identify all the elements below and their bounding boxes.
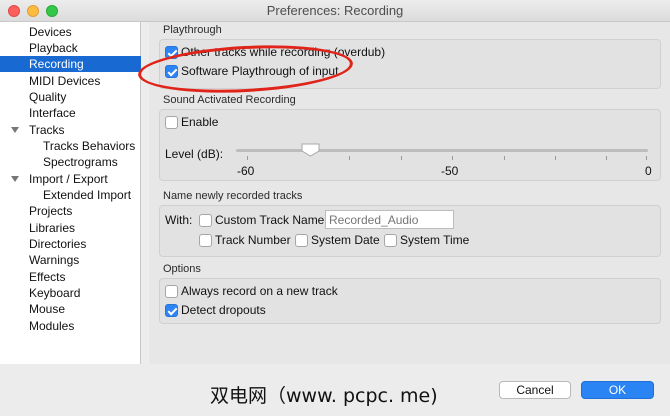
sidebar-item-directories[interactable]: Directories xyxy=(0,236,141,252)
level-label: Level (dB): xyxy=(165,147,224,161)
sidebar-item-warnings[interactable]: Warnings xyxy=(0,252,141,268)
preferences-sidebar: Devices Playback Recording MIDI Devices … xyxy=(0,22,141,364)
options-section-title: Options xyxy=(163,263,201,275)
sidebar-item-effects[interactable]: Effects xyxy=(0,269,141,285)
sidebar-item-label: Import / Export xyxy=(29,172,108,186)
disclosure-triangle-icon[interactable] xyxy=(11,127,19,133)
ok-button[interactable]: OK xyxy=(581,381,654,399)
slider-tick-mark xyxy=(247,156,248,160)
slider-tick-mark xyxy=(452,156,453,160)
sidebar-item-label: Extended Import xyxy=(43,188,132,202)
enable-checkbox[interactable] xyxy=(165,116,178,129)
sidebar-item-label: Mouse xyxy=(29,302,66,316)
cancel-button[interactable]: Cancel xyxy=(499,381,571,399)
sidebar-item-libraries[interactable]: Libraries xyxy=(0,220,141,236)
slider-tick-mark xyxy=(555,156,556,160)
system-date-label: System Date xyxy=(311,233,380,247)
sidebar-item-recording[interactable]: Recording xyxy=(0,56,141,72)
slider-tick-mark xyxy=(401,156,402,160)
sidebar-item-label: Tracks xyxy=(29,123,65,137)
sidebar-item-mouse[interactable]: Mouse xyxy=(0,301,141,317)
custom-track-name-checkbox[interactable] xyxy=(199,214,212,227)
level-min-label: -60 xyxy=(237,164,255,178)
custom-track-name-label: Custom Track Name xyxy=(215,213,325,227)
level-max-label: 0 xyxy=(645,164,652,178)
sidebar-item-import-export[interactable]: Import / Export xyxy=(0,171,141,187)
sidebar-item-tracks[interactable]: Tracks xyxy=(0,122,141,138)
sidebar-item-label: Modules xyxy=(29,319,75,333)
system-time-label: System Time xyxy=(400,233,470,247)
sound-activated-section-title: Sound Activated Recording xyxy=(163,94,296,106)
sidebar-item-label: Keyboard xyxy=(29,286,81,300)
sidebar-item-label: Devices xyxy=(29,25,72,39)
sound-activated-group xyxy=(159,109,661,181)
sidebar-item-tracks-behaviors[interactable]: Tracks Behaviors xyxy=(0,138,141,154)
naming-section-title: Name newly recorded tracks xyxy=(163,190,303,202)
sidebar-item-keyboard[interactable]: Keyboard xyxy=(0,285,141,301)
always-new-track-checkbox[interactable] xyxy=(165,285,178,298)
sidebar-item-midi-devices[interactable]: MIDI Devices xyxy=(0,73,141,89)
sidebar-item-projects[interactable]: Projects xyxy=(0,203,141,219)
window-title: Preferences: Recording xyxy=(266,3,404,18)
system-time-checkbox[interactable] xyxy=(384,234,397,247)
sidebar-item-devices[interactable]: Devices xyxy=(0,24,141,40)
sidebar-item-label: Libraries xyxy=(29,221,76,235)
sidebar-item-label: Warnings xyxy=(29,253,80,267)
sidebar-item-playback[interactable]: Playback xyxy=(0,40,141,56)
sidebar-item-quality[interactable]: Quality xyxy=(0,89,141,105)
level-slider-thumb[interactable] xyxy=(301,143,320,157)
playthrough-section-title: Playthrough xyxy=(163,24,222,36)
sidebar-item-label: Tracks Behaviors xyxy=(43,139,136,153)
slider-tick-mark xyxy=(606,156,607,160)
detect-dropouts-checkbox[interactable] xyxy=(165,304,178,317)
sidebar-item-label: Recording xyxy=(29,57,84,71)
sidebar-item-spectrograms[interactable]: Spectrograms xyxy=(0,154,141,170)
title-bar: Preferences: Recording xyxy=(0,0,670,22)
sidebar-item-label: Interface xyxy=(29,106,76,120)
sidebar-item-label: MIDI Devices xyxy=(29,74,101,88)
sidebar-item-interface[interactable]: Interface xyxy=(0,105,141,121)
sidebar-item-modules[interactable]: Modules xyxy=(0,318,141,334)
sidebar-item-label: Directories xyxy=(29,237,87,251)
sidebar-item-label: Effects xyxy=(29,270,66,284)
system-date-checkbox[interactable] xyxy=(295,234,308,247)
sidebar-item-extended-import[interactable]: Extended Import xyxy=(0,187,141,203)
sidebar-item-label: Quality xyxy=(29,90,67,104)
slider-tick-mark xyxy=(646,156,647,160)
disclosure-triangle-icon[interactable] xyxy=(11,176,19,182)
slider-tick-mark xyxy=(504,156,505,160)
track-number-checkbox[interactable] xyxy=(199,234,212,247)
sidebar-item-label: Spectrograms xyxy=(43,155,118,169)
slider-tick-mark xyxy=(349,156,350,160)
enable-label: Enable xyxy=(181,115,219,129)
detect-dropouts-label: Detect dropouts xyxy=(181,303,266,317)
sidebar-item-label: Projects xyxy=(29,204,73,218)
watermark-text: 双电网（www. pcpc. me) xyxy=(210,385,438,407)
always-new-track-label: Always record on a new track xyxy=(181,284,338,298)
preferences-window: Preferences: Recording Devices Playback … xyxy=(0,0,670,416)
level-slider-track[interactable] xyxy=(236,149,648,152)
sidebar-item-label: Playback xyxy=(29,41,78,55)
track-number-label: Track Number xyxy=(215,233,291,247)
with-label: With: xyxy=(165,213,193,227)
level-mid-label: -50 xyxy=(441,164,459,178)
custom-track-name-input[interactable] xyxy=(325,210,454,229)
